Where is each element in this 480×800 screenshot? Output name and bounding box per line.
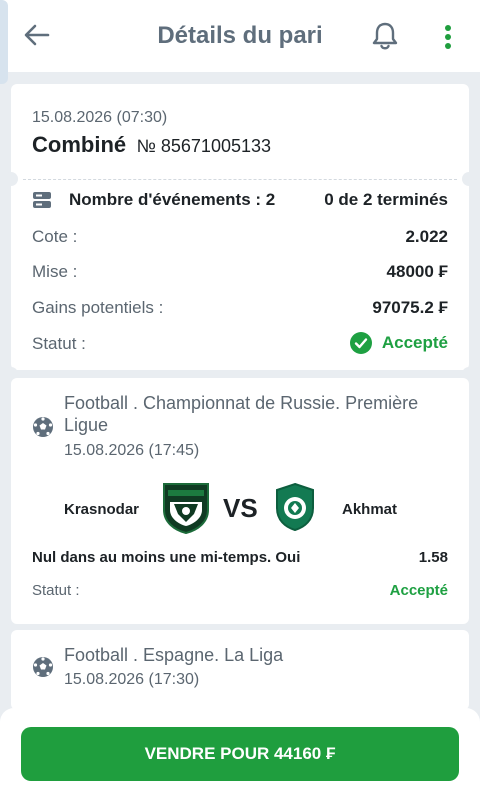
bet-number: № 85671005133 [136, 136, 272, 156]
status-label: Statut : [32, 334, 86, 353]
event-odds: 1.58 [418, 549, 448, 566]
soccer-ball-icon [33, 657, 53, 677]
potential-win-label: Gains potentiels : [32, 298, 164, 317]
bet-summary-card: 15.08.2026 (07:30) Combiné № 85671005133… [4, 84, 476, 370]
versus-label: VS [223, 493, 258, 523]
check-circle-icon [349, 332, 372, 354]
app-header: Détails du pari [0, 0, 480, 84]
events-count: Nombre d'événements : 2 [69, 190, 276, 209]
status-badge: Accepté [349, 332, 448, 354]
event-league: Football . Championnat de Russie. Premiè… [64, 393, 419, 435]
event-card[interactable]: Football . Championnat de Russie. Premiè… [11, 378, 469, 624]
home-team-name: Krasnodar [64, 501, 140, 518]
sell-bet-button[interactable]: VENDRE POUR 44160 ₣ [21, 727, 459, 781]
event-market: Nul dans au moins une mi-temps. Oui [32, 549, 301, 566]
more-vertical-icon[interactable] [438, 22, 458, 52]
ticket-notch-left [4, 172, 18, 186]
bet-type: Combiné [32, 132, 127, 157]
odds-value: 2.022 [405, 227, 448, 246]
bet-datetime: 15.08.2026 (07:30) [32, 109, 168, 126]
bell-icon[interactable] [370, 20, 400, 52]
event-league: Football . Espagne. La Liga [64, 645, 284, 665]
ticket-icon [33, 192, 51, 208]
away-team-name: Akhmat [342, 501, 398, 518]
events-status: 0 de 2 terminés [324, 190, 448, 209]
odds-label: Cote : [32, 227, 78, 246]
stake-label: Mise : [32, 262, 78, 281]
status-value: Accepté [381, 333, 448, 352]
stake-value: 48000 ₣ [386, 262, 448, 281]
potential-win-value: 97075.2 ₣ [372, 298, 448, 317]
event-datetime: 15.08.2026 (17:45) [64, 442, 200, 459]
bet-type-row: Combiné № 85671005133 [32, 132, 271, 158]
away-team-logo [276, 482, 314, 532]
event-status-label: Statut : [32, 582, 80, 599]
soccer-ball-icon [33, 417, 53, 437]
home-team-logo [163, 483, 209, 534]
event-card[interactable]: Football . Espagne. La Liga 15.08.2026 (… [11, 630, 469, 710]
page-title: Détails du pari [157, 22, 323, 49]
ticket-notch-right [462, 172, 476, 186]
event-datetime: 15.08.2026 (17:30) [64, 671, 200, 688]
event-status-value: Accepté [389, 582, 448, 599]
dashed-divider [23, 179, 457, 180]
